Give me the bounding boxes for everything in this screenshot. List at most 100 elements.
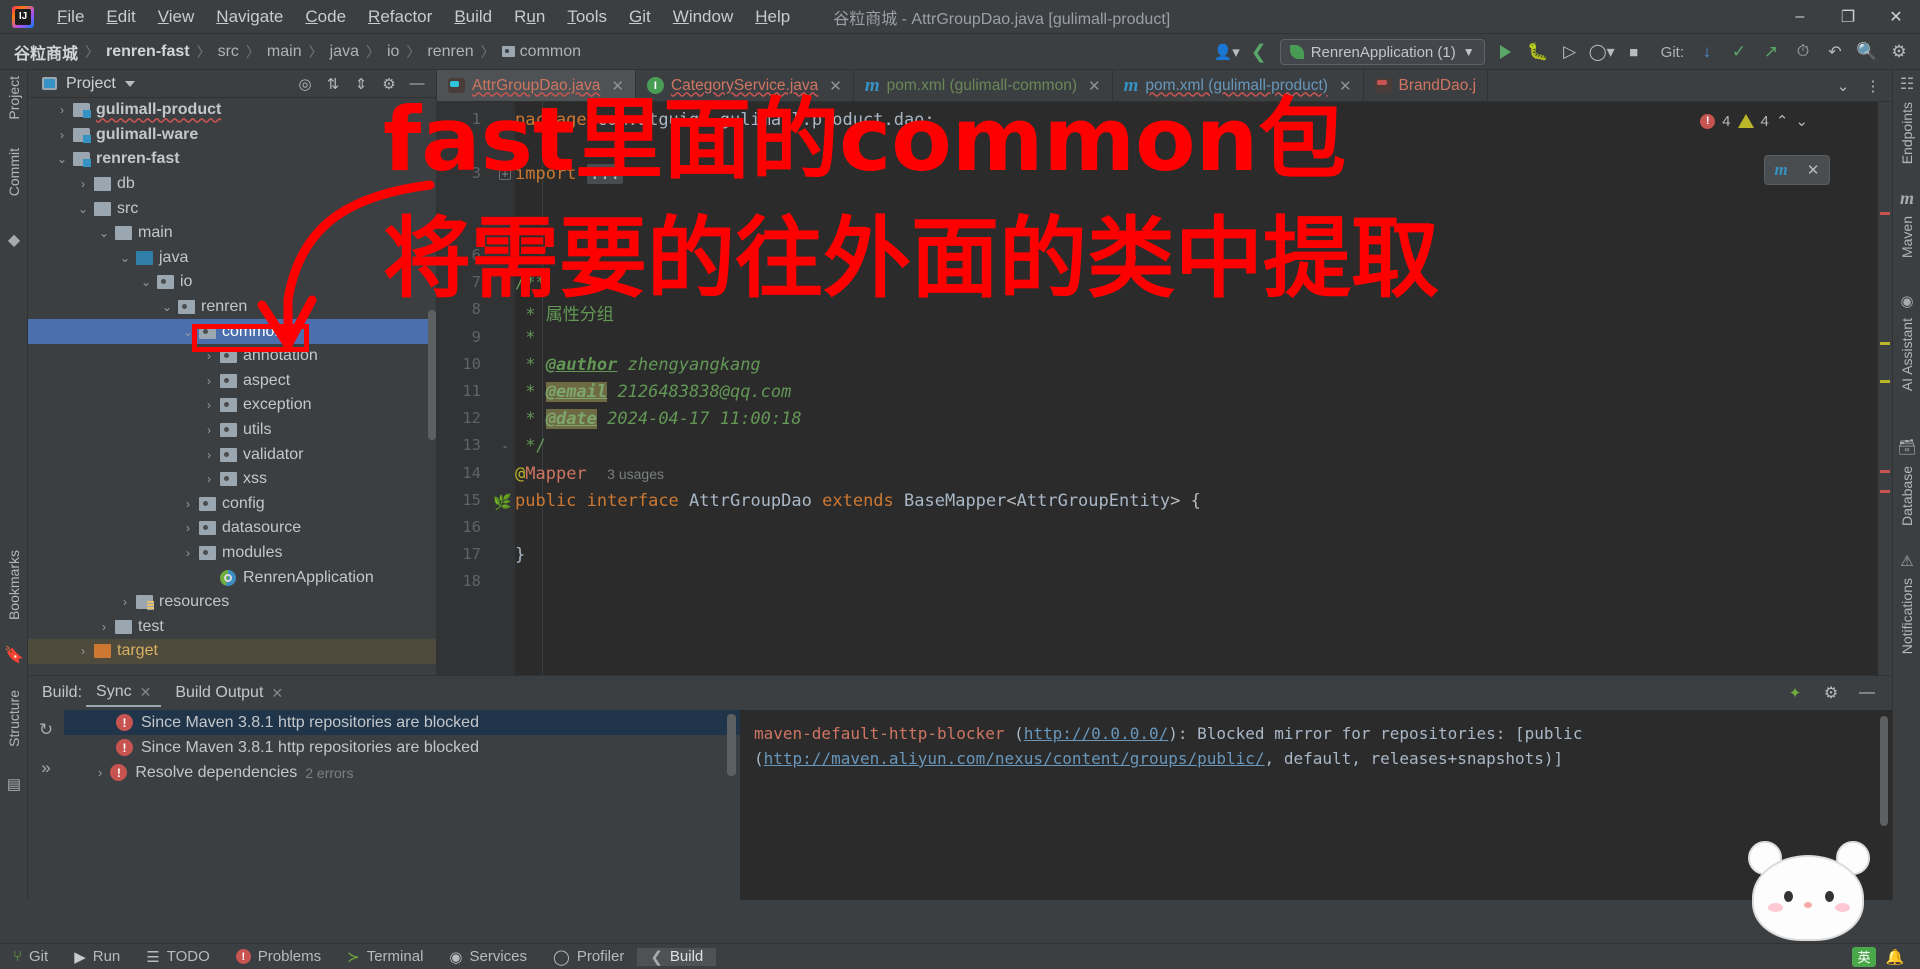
status-item-run[interactable]: ▶ Run xyxy=(61,948,133,966)
stripe-warning-marker[interactable] xyxy=(1880,380,1890,383)
code-line[interactable]: * @author zhengyangkang xyxy=(515,355,760,375)
status-item-services[interactable]: ◉ Services xyxy=(436,948,540,966)
status-item-git[interactable]: ⑂ Git xyxy=(0,948,61,965)
chevron-right-icon[interactable]: › xyxy=(179,521,197,535)
chevron-down-icon[interactable]: ⌄ xyxy=(95,226,113,240)
chevron-right-icon[interactable]: › xyxy=(98,765,102,780)
chevron-down-icon[interactable]: ⌄ xyxy=(74,202,92,216)
chevron-right-icon[interactable]: › xyxy=(200,448,218,462)
floating-toolbar[interactable]: m ✕ xyxy=(1764,155,1830,185)
close-icon[interactable]: ✕ xyxy=(1339,77,1352,95)
chevron-down-icon[interactable]: ⌄ xyxy=(53,152,71,166)
console-scrollbar[interactable] xyxy=(1880,716,1888,826)
next-problem-icon[interactable]: ⌄ xyxy=(1795,112,1808,130)
structure-icon[interactable]: ▤ xyxy=(0,775,28,793)
build-console-output[interactable]: maven-default-http-blocker (http://0.0.0… xyxy=(740,710,1892,900)
tree-node-datasource[interactable]: › datasource xyxy=(28,516,436,541)
tree-node-common[interactable]: ⌄ common xyxy=(28,319,436,344)
project-tree[interactable]: › gulimall-product › gulimall-ware ⌄ renren-f… xyxy=(28,98,436,675)
panel-settings-icon[interactable]: ⚙ xyxy=(376,71,402,97)
ime-icon[interactable]: 英 xyxy=(1852,946,1876,967)
menu-tools[interactable]: Tools xyxy=(556,3,618,31)
git-commit-icon[interactable]: ✓ xyxy=(1724,37,1754,67)
chevron-right-icon[interactable]: › xyxy=(53,103,71,117)
refresh-icon[interactable]: ↻ xyxy=(39,720,53,740)
tree-node-renren[interactable]: ⌄ renren xyxy=(28,295,436,320)
collapse-all-icon[interactable]: ⇕ xyxy=(348,71,374,97)
code-line[interactable]: public interface AttrGroupDao extends Ba… xyxy=(515,491,1201,511)
close-button[interactable]: ✕ xyxy=(1872,0,1920,34)
close-icon[interactable]: ✕ xyxy=(271,685,283,702)
chevron-right-icon[interactable]: › xyxy=(200,349,218,363)
close-icon[interactable]: ✕ xyxy=(140,684,152,701)
tree-node-gulimall-ware[interactable]: › gulimall-ware xyxy=(28,123,436,148)
chevron-right-icon[interactable]: › xyxy=(116,595,134,609)
code-line[interactable]: * @email 2126483838@qq.com xyxy=(515,382,791,402)
project-tree-scrollbar[interactable] xyxy=(428,310,436,440)
close-icon[interactable]: ✕ xyxy=(1088,77,1101,95)
chevron-right-icon[interactable]: › xyxy=(74,644,92,658)
code-line[interactable]: @Mapper 3 usages xyxy=(515,464,664,484)
close-icon[interactable]: ✕ xyxy=(829,77,842,95)
chevron-right-icon[interactable]: › xyxy=(179,497,197,511)
close-icon[interactable]: ✕ xyxy=(1807,161,1820,179)
search-everywhere-icon[interactable]: 🔍 xyxy=(1852,37,1882,67)
tool-window-ai-assistant[interactable]: AI Assistant xyxy=(1893,318,1920,391)
rollback-icon[interactable]: ↶ xyxy=(1820,37,1850,67)
status-item-problems[interactable]: ! Problems xyxy=(223,948,334,965)
expand-icon[interactable]: » xyxy=(41,758,50,778)
select-opened-file-icon[interactable]: ◎ xyxy=(292,71,318,97)
chevron-right-icon[interactable]: › xyxy=(200,398,218,412)
chevron-right-icon[interactable]: › xyxy=(179,546,197,560)
chevron-down-icon[interactable]: ⌄ xyxy=(179,325,197,339)
run-with-coverage-icon[interactable]: ▷ xyxy=(1555,37,1585,67)
editor-tab-categoryservice[interactable]: I CategoryService.java ✕ xyxy=(636,70,854,101)
breadcrumb-item-project[interactable]: 谷粒商城 xyxy=(10,38,82,66)
chevron-right-icon[interactable]: › xyxy=(74,177,92,191)
maven-icon[interactable]: m xyxy=(1893,188,1920,209)
chevron-down-icon[interactable] xyxy=(124,80,135,87)
stripe-warning-marker[interactable] xyxy=(1880,342,1890,345)
tool-window-bookmarks[interactable]: Bookmarks xyxy=(0,550,28,620)
notification-icon[interactable]: 🔔 xyxy=(1880,942,1910,969)
git-push-icon[interactable]: ↗ xyxy=(1756,37,1786,67)
run-configuration-selector[interactable]: RenrenApplication (1) ▼ xyxy=(1279,39,1485,65)
build-tab-sync[interactable]: Sync ✕ xyxy=(86,679,162,707)
hide-panel-icon[interactable]: — xyxy=(1852,678,1882,708)
breadcrumb-item-java[interactable]: java xyxy=(326,41,363,63)
tree-node-java[interactable]: ⌄ java xyxy=(28,246,436,271)
tool-window-structure[interactable]: Structure xyxy=(0,690,28,747)
status-item-terminal[interactable]: ≻ Terminal xyxy=(334,948,436,966)
chevron-right-icon[interactable]: › xyxy=(53,128,71,142)
menu-file[interactable]: File xyxy=(46,3,95,31)
breadcrumb-item-module[interactable]: renren-fast xyxy=(102,41,194,63)
tree-node-utils[interactable]: › utils xyxy=(28,418,436,443)
fold-collapse-icon[interactable]: - xyxy=(499,277,511,289)
editor-tab-attrgroupdao[interactable]: AttrGroupDao.java ✕ xyxy=(437,70,636,101)
console-link-0[interactable]: http://0.0.0.0/ xyxy=(1024,724,1169,743)
profiler-icon[interactable]: ◯▾ xyxy=(1587,37,1617,67)
hide-panel-icon[interactable]: — xyxy=(404,71,430,97)
error-stripe-markers[interactable] xyxy=(1878,102,1892,675)
expand-all-icon[interactable]: ⇅ xyxy=(320,71,346,97)
stop-icon[interactable]: ■ xyxy=(1619,37,1649,67)
build-tree-scrollbar[interactable] xyxy=(727,714,736,776)
chevron-right-icon[interactable]: › xyxy=(200,423,218,437)
debug-icon[interactable]: 🐛 xyxy=(1523,37,1553,67)
menu-window[interactable]: Window xyxy=(662,3,744,31)
fold-collapse-icon[interactable]: - xyxy=(499,440,511,452)
tree-node-gulimall-product[interactable]: › gulimall-product xyxy=(28,98,436,123)
tool-window-maven[interactable]: Maven xyxy=(1893,216,1920,258)
settings-icon[interactable]: ⚙ xyxy=(1884,37,1914,67)
menu-refactor[interactable]: Refactor xyxy=(357,3,443,31)
database-icon[interactable]: 🗃 xyxy=(1893,438,1920,456)
fold-expand-icon[interactable]: + xyxy=(499,168,511,181)
menu-view[interactable]: View xyxy=(147,3,206,31)
chevron-down-icon[interactable]: ⌄ xyxy=(1828,71,1858,101)
maven-reload-icon[interactable]: m xyxy=(1775,160,1788,180)
breadcrumb-item-common[interactable]: common xyxy=(498,41,585,63)
code-line[interactable]: * xyxy=(515,328,535,348)
build-tab-build-output[interactable]: Build Output ✕ xyxy=(165,680,293,706)
tree-node-main[interactable]: ⌄ main xyxy=(28,221,436,246)
tree-node-renrenapplication[interactable]: RenrenApplication xyxy=(28,565,436,590)
